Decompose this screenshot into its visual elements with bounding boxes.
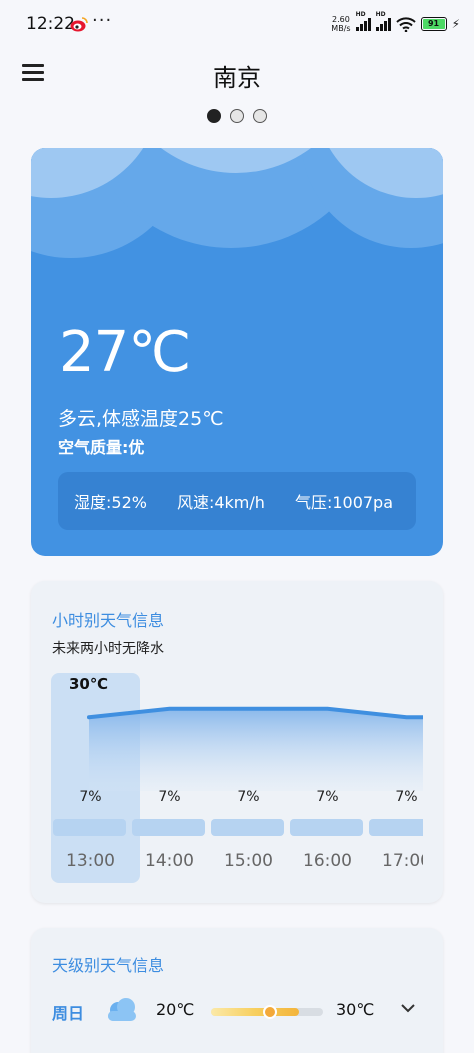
hour-time: 13:00 [66,851,115,871]
page-dot-2[interactable] [230,109,244,123]
precipitation-bar [53,819,126,836]
precipitation-bar [132,819,205,836]
precipitation-bar [211,819,284,836]
signal-icon-2: HD [375,11,391,31]
precipitation-bar [369,819,423,836]
net-speed: 2.60 MB/s [331,15,350,33]
day-name: 周日 [52,1004,85,1023]
precipitation-chance: 7% [79,789,102,805]
daily-title: 天级别天气信息 [52,956,165,975]
cloudy-icon [108,998,136,1021]
precipitation-chance: 7% [316,789,339,805]
precipitation-bar [290,819,363,836]
temperature-range-bar [211,1005,323,1019]
hour-column[interactable]: 7% 16:00 [288,671,367,883]
hd-label: HD [355,11,366,18]
hour-time: 17:00 [382,851,423,871]
weibo-icon [70,17,88,32]
battery-level: 91 [422,19,445,29]
air-quality: 空气质量:优 [58,438,145,457]
weather-details-panel: 湿度:52% 风速:4km/h 气压:1007pa [58,472,416,530]
daily-weather-card: 天级别天气信息 周日 20℃ 30℃ [31,928,443,1053]
hour-column[interactable]: 7% 14:00 [130,671,209,883]
hourly-scroll-list[interactable]: 30℃ 7%13:007%14:007%15:007%16:007%17:00 [51,671,423,883]
battery-icon: 91 [420,17,447,31]
precipitation-chance: 7% [158,789,181,805]
temperature-range-fill [211,1008,300,1016]
signal-icon: HD [355,11,371,31]
page-indicator [0,109,474,123]
page-dot-1[interactable] [207,109,221,123]
wifi-icon [395,16,416,32]
more-notifications-icon: ··· [92,10,113,31]
page-dot-3[interactable] [253,109,267,123]
hourly-weather-card: 小时别天气信息 未来两小时无降水 30℃ 7% 13:00 7% 14:00 7% 15:… [31,581,443,903]
city-title: 南京 [213,64,261,92]
hd-label-2: HD [375,11,386,18]
hourly-title: 小时别天气信息 [52,611,165,630]
chevron-down-icon[interactable] [400,1002,416,1014]
hour-time: 15:00 [224,851,273,871]
hour-time: 14:00 [145,851,194,871]
hourly-subtitle: 未来两小时无降水 [52,641,164,657]
charging-icon: ⚡ [451,17,460,31]
status-bar: 12:22 ··· 2.60 MB/s HD HD 91 ⚡ [0,0,474,50]
daily-row[interactable]: 周日 20℃ 30℃ [52,996,422,1026]
current-temperature-marker [263,1005,278,1019]
net-speed-unit: MB/s [331,24,351,33]
precipitation-chance: 7% [395,789,418,805]
status-time: 12:22 [26,14,75,34]
day-low-temp: 20℃ [156,1000,195,1019]
day-high-temp: 30℃ [336,1000,375,1019]
hour-column[interactable]: 7% 17:00 [367,671,423,883]
current-temperature: 27℃ [59,320,191,385]
hour-column[interactable]: 7% 15:00 [209,671,288,883]
air-pressure: 气压:1007pa [294,493,394,512]
wind-speed: 风速:4km/h [176,493,265,512]
precipitation-chance: 7% [237,789,260,805]
humidity: 湿度:52% [74,493,147,512]
hour-time: 16:00 [303,851,352,871]
hour-column[interactable]: 7% 13:00 [51,671,130,883]
clouds-decoration [31,148,443,258]
status-indicators: 2.60 MB/s HD HD 91 ⚡ [331,11,460,34]
current-weather-card: 27℃ 多云,体感温度25℃ 空气质量:优 湿度:52% 风速:4km/h 气压… [31,148,443,556]
weather-description: 多云,体感温度25℃ [58,408,224,430]
net-speed-value: 2.60 [332,15,350,24]
